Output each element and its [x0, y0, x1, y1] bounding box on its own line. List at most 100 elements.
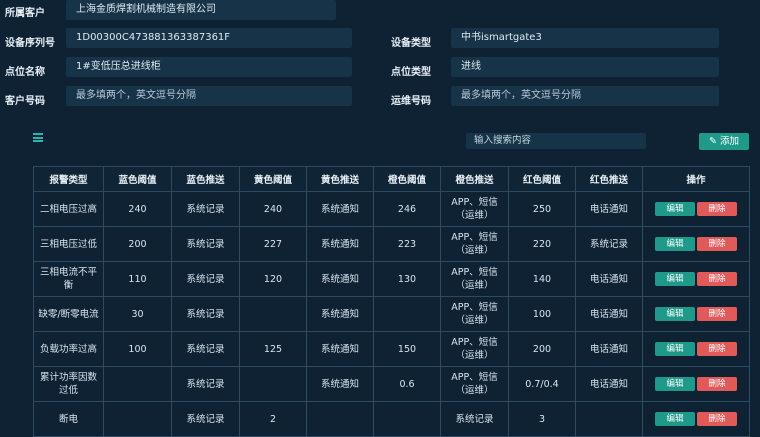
table-cell: 系统通知 [306, 226, 374, 262]
table-cell: 系统记录 [171, 331, 240, 367]
list-icon [33, 133, 43, 142]
table-cell [373, 296, 441, 332]
serial-field[interactable]: 1D00300C473881363387361F [66, 28, 352, 48]
table-cell: 电话通知 [575, 331, 643, 367]
table-cell: 电话通知 [575, 296, 643, 332]
table-cell: 缺零/断零电流 [33, 296, 104, 332]
table-cell: 电话通知 [575, 261, 643, 297]
table-cell: 系统记录 [171, 296, 240, 332]
table-cell: APP、短信（运维） [440, 226, 509, 262]
ops-phone-label: 运维号码 [391, 96, 431, 107]
table-row: 负载功率过高 100 系统记录 125 系统通知 150 APP、短信（运维） 200 电话通知… [33, 331, 750, 367]
column-header: 蓝色推送 [171, 166, 240, 192]
edit-button[interactable]: 编辑 [655, 377, 695, 391]
org-field[interactable]: 上海金质焊割机械制造有限公司 [66, 0, 336, 20]
actions-cell: 编辑 删除 [642, 226, 750, 262]
ops-phone-field[interactable]: 最多填两个，英文逗号分隔 [451, 86, 719, 106]
table-cell: 2 [239, 401, 307, 437]
column-header: 红色推送 [575, 166, 643, 192]
table-cell: APP、短信（运维） [440, 296, 509, 332]
table-cell: 负载功率过高 [33, 331, 104, 367]
table-cell [239, 296, 307, 332]
search-input[interactable]: 输入搜索内容 [466, 133, 646, 149]
table-cell: 系统通知 [306, 366, 374, 402]
edit-button[interactable]: 编辑 [655, 307, 695, 321]
column-header: 蓝色阈值 [103, 166, 172, 192]
point-name-field[interactable]: 1#变低压总进线柜 [66, 57, 352, 77]
edit-button[interactable]: 编辑 [655, 412, 695, 426]
delete-button[interactable]: 删除 [697, 202, 737, 216]
table-cell: 130 [373, 261, 441, 297]
table-cell [103, 366, 172, 402]
table-cell: 0.6 [373, 366, 441, 402]
column-header: 操作 [642, 166, 750, 192]
table-cell: 累计功率因数过低 [33, 366, 104, 402]
actions-cell: 编辑 删除 [642, 331, 750, 367]
table-cell [575, 401, 643, 437]
table-cell: 250 [508, 191, 576, 227]
table-cell [306, 401, 374, 437]
table-cell: 系统通知 [306, 296, 374, 332]
actions-cell: 编辑 删除 [642, 261, 750, 297]
point-name-label: 点位名称 [5, 67, 45, 78]
table-cell: 140 [508, 261, 576, 297]
customer-phone-field[interactable]: 最多填两个，英文逗号分隔 [66, 86, 352, 106]
column-header: 黄色推送 [306, 166, 374, 192]
table-cell [239, 366, 307, 402]
table-row: 累计功率因数过低 系统记录 系统通知 0.6 APP、短信（运维） 0.7/0.4 电话通知… [33, 366, 750, 402]
delete-button[interactable]: 删除 [697, 307, 737, 321]
table-row: 断电 系统记录 2 系统记录 3 编辑 删除 [33, 401, 750, 437]
table-cell: 系统通知 [306, 331, 374, 367]
point-type-field[interactable]: 进线 [451, 57, 719, 77]
table-cell: 系统记录 [171, 261, 240, 297]
table-cell: APP、短信（运维） [440, 331, 509, 367]
table-row: 缺零/断零电流 30 系统记录 系统通知 APP、短信（运维） 100 电话通知 编辑 删除 [33, 296, 750, 332]
column-header: 报警类型 [33, 166, 104, 192]
table-cell: 100 [103, 331, 172, 367]
edit-button[interactable]: 编辑 [655, 342, 695, 356]
table-cell: 220 [508, 226, 576, 262]
table-cell: 30 [103, 296, 172, 332]
column-header: 橙色推送 [440, 166, 509, 192]
table-cell: 电话通知 [575, 366, 643, 402]
table-header-row: 报警类型 蓝色阈值 蓝色推送 黄色阈值 黄色推送 橙色阈值 橙色推送 红色阈值 红色推送 操作 [33, 166, 750, 192]
delete-button[interactable]: 删除 [697, 272, 737, 286]
customer-phone-label: 客户号码 [5, 96, 45, 107]
delete-button[interactable]: 删除 [697, 377, 737, 391]
table-cell: APP、短信（运维） [440, 366, 509, 402]
edit-button[interactable]: 编辑 [655, 237, 695, 251]
table-cell: 246 [373, 191, 441, 227]
table-cell: 系统记录 [171, 191, 240, 227]
add-button-label: 添加 [719, 136, 739, 147]
column-header: 黄色阈值 [239, 166, 307, 192]
table-row: 三相电压过低 200 系统记录 227 系统通知 223 APP、短信（运维） 220 系统记录… [33, 226, 750, 262]
point-type-label: 点位类型 [391, 67, 431, 78]
table-row: 三相电流不平衡 110 系统记录 120 系统通知 130 APP、短信（运维） 140 电话通… [33, 261, 750, 297]
device-type-field[interactable]: 中书ismartgate3 [451, 28, 719, 48]
delete-button[interactable]: 删除 [697, 342, 737, 356]
table-row: 二相电压过高 240 系统记录 240 系统通知 246 APP、短信（运维） 250 电话通知… [33, 191, 750, 227]
table-cell: 三相电压过低 [33, 226, 104, 262]
actions-cell: 编辑 删除 [642, 401, 750, 437]
table-cell: 240 [239, 191, 307, 227]
add-button[interactable]: ✎ 添加 [699, 133, 749, 150]
actions-cell: 编辑 删除 [642, 191, 750, 227]
edit-button[interactable]: 编辑 [655, 202, 695, 216]
table-cell: 227 [239, 226, 307, 262]
table-cell: 223 [373, 226, 441, 262]
table-cell: 110 [103, 261, 172, 297]
delete-button[interactable]: 删除 [697, 412, 737, 426]
table-cell: 200 [103, 226, 172, 262]
table-cell: 系统记录 [171, 226, 240, 262]
table-cell: 系统记录 [440, 401, 509, 437]
table-cell: 120 [239, 261, 307, 297]
table-cell: 150 [373, 331, 441, 367]
table-cell: APP、短信（运维） [440, 261, 509, 297]
alarm-threshold-table: 报警类型 蓝色阈值 蓝色推送 黄色阈值 黄色推送 橙色阈值 橙色推送 红色阈值 红色推送 操作 二… [33, 166, 750, 437]
delete-button[interactable]: 删除 [697, 237, 737, 251]
org-label: 所属客户 [5, 8, 45, 19]
edit-button[interactable]: 编辑 [655, 272, 695, 286]
table-cell: 二相电压过高 [33, 191, 104, 227]
table-cell: 三相电流不平衡 [33, 261, 104, 297]
table-cell: 200 [508, 331, 576, 367]
